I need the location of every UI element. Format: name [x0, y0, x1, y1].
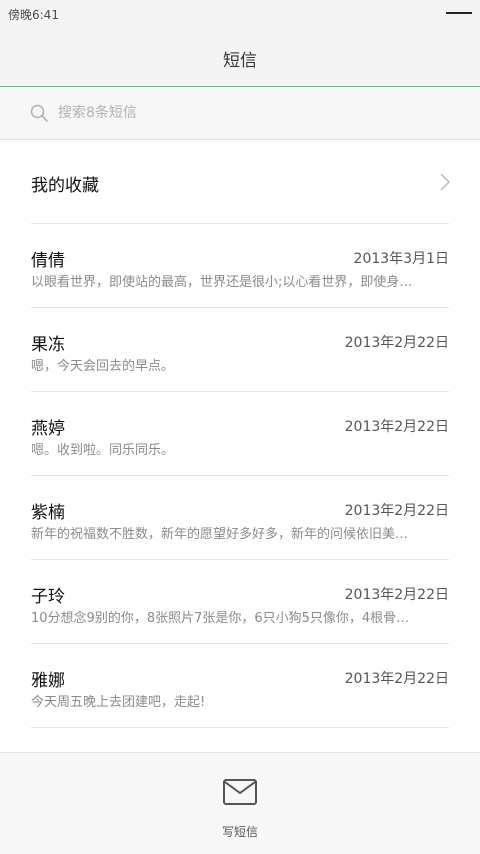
search-input[interactable]	[58, 102, 438, 124]
top-header: 傍晚6:41 短信	[0, 0, 480, 87]
page-title: 短信	[223, 51, 257, 71]
message-list: 倩倩 2013年3月1日 以眼看世界，即使站的最高，世界还是很小;以心看世界，即…	[0, 224, 480, 728]
message-preview: 10分想念9别的你，8张照片7张是你，6只小狗5只像你，4根骨…	[31, 611, 410, 626]
contact-name: 倩倩	[31, 251, 65, 271]
compose-message-button[interactable]: 写短信	[190, 771, 290, 845]
contact-name: 雅娜	[31, 671, 65, 691]
favorites-row[interactable]: 我的收藏	[0, 140, 480, 224]
message-row[interactable]: 倩倩 2013年3月1日 以眼看世界，即使站的最高，世界还是很小;以心看世界，即…	[0, 224, 480, 308]
chevron-right-icon	[440, 173, 450, 191]
message-preview: 以眼看世界，即使站的最高，世界还是很小;以心看世界，即使身…	[31, 275, 413, 290]
message-preview: 嗯。收到啦。同乐同乐。	[31, 443, 175, 458]
contact-name: 紫楠	[31, 503, 65, 523]
message-row[interactable]: 子玲 2013年2月22日 10分想念9别的你，8张照片7张是你，6只小狗5只像…	[0, 560, 480, 644]
message-preview: 嗯，今天会回去的早点。	[31, 359, 175, 374]
search-icon	[30, 104, 48, 122]
battery-icon	[446, 12, 472, 14]
envelope-icon	[223, 779, 257, 805]
divider	[31, 727, 449, 728]
message-row[interactable]: 紫楠 2013年2月22日 新年的祝福数不胜数，新年的愿望好多好多，新年的问候依…	[0, 476, 480, 560]
favorites-label: 我的收藏	[31, 176, 99, 196]
message-date: 2013年2月22日	[344, 671, 449, 687]
contact-name: 果冻	[31, 335, 65, 355]
message-date: 2013年3月1日	[353, 251, 449, 267]
contact-name: 燕婷	[31, 419, 65, 439]
status-time: 傍晚6:41	[8, 8, 59, 22]
compose-label: 写短信	[221, 825, 258, 839]
message-row[interactable]: 雅娜 2013年2月22日 今天周五晚上去团建吧，走起!	[0, 644, 480, 728]
bottom-bar: 写短信	[0, 752, 480, 854]
message-date: 2013年2月22日	[344, 419, 449, 435]
message-row[interactable]: 燕婷 2013年2月22日 嗯。收到啦。同乐同乐。	[0, 392, 480, 597]
message-preview: 今天周五晚上去团建吧，走起!	[31, 695, 206, 710]
search-bar	[0, 87, 480, 140]
message-date: 2013年2月22日	[344, 503, 449, 519]
message-date: 2013年2月22日	[344, 587, 449, 603]
message-preview: 新年的祝福数不胜数，新年的愿望好多好多，新年的问候依旧美…	[31, 527, 409, 542]
message-date: 2013年2月22日	[344, 335, 449, 351]
contact-name: 子玲	[31, 587, 65, 607]
message-row[interactable]: 果冻 2013年2月22日 嗯，今天会回去的早点。	[0, 308, 480, 392]
